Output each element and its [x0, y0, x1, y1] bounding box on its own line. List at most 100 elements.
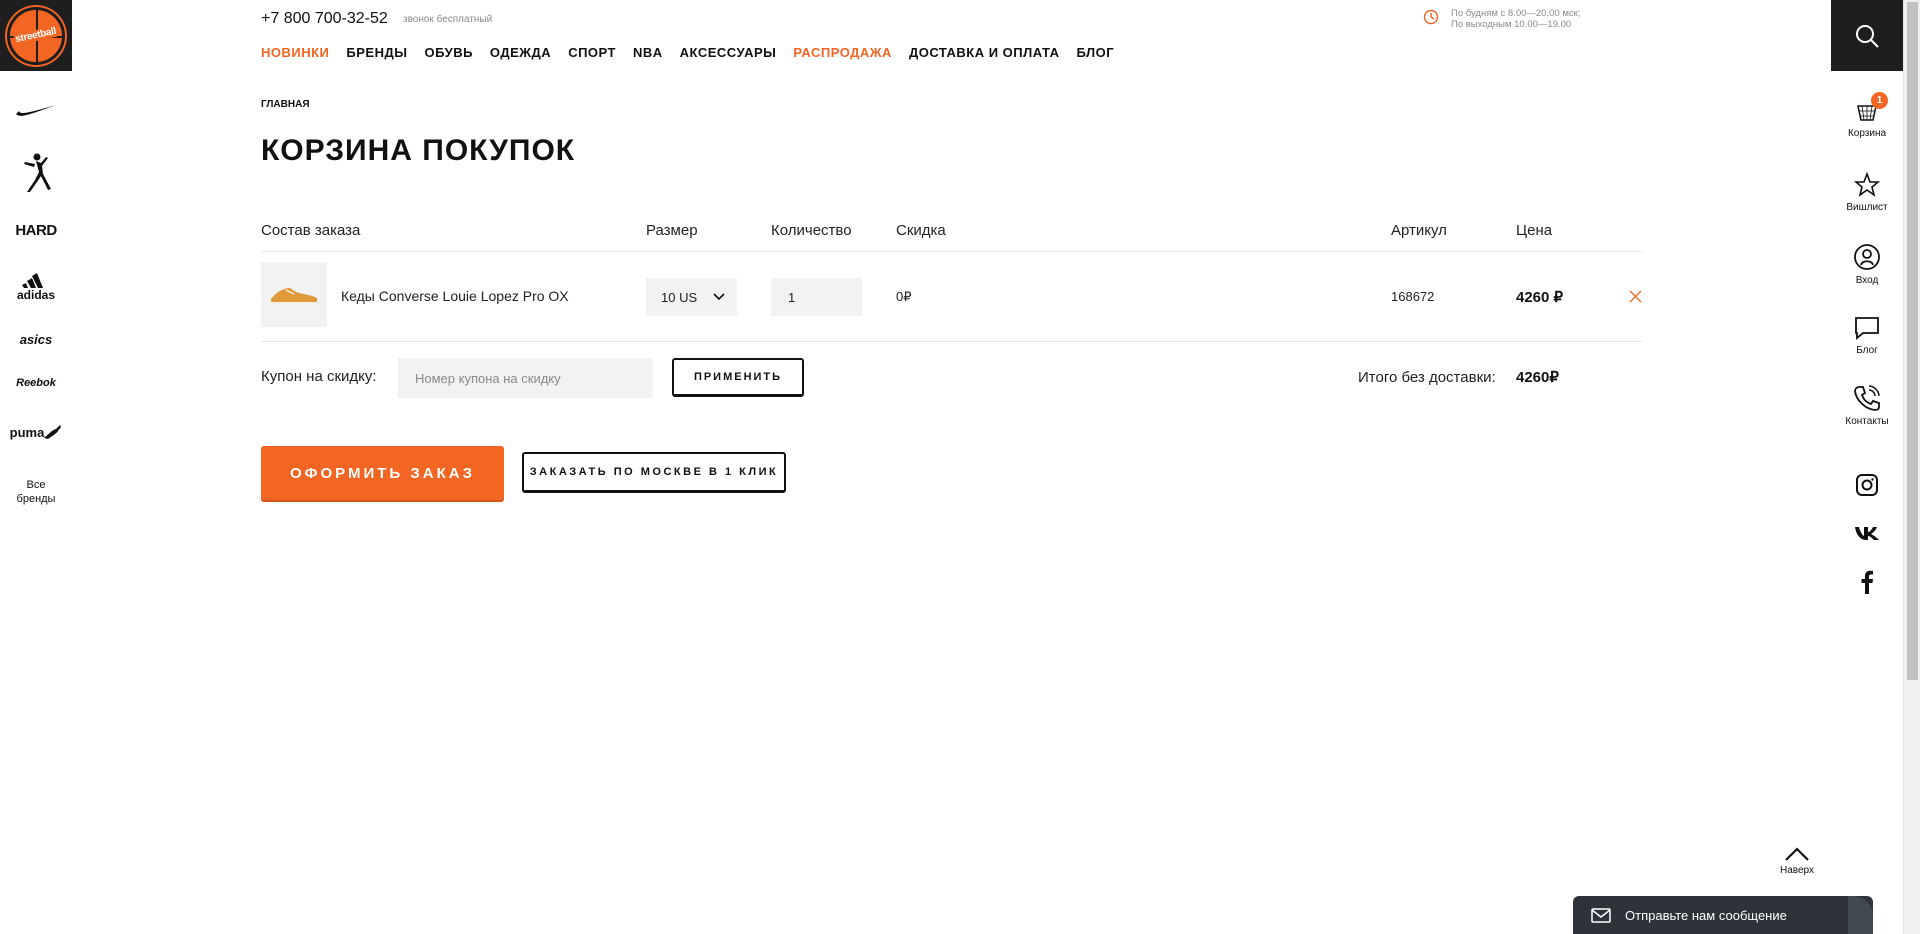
adidas-stripes-icon	[22, 273, 43, 288]
nav-new[interactable]: НОВИНКИ	[261, 45, 329, 60]
mail-icon	[1591, 907, 1611, 923]
cart-link[interactable]: 1 Корзина	[1831, 92, 1903, 139]
user-icon	[1854, 244, 1880, 270]
back-to-top-label: Наверх	[1780, 865, 1814, 876]
logo-text: streetball	[13, 25, 59, 46]
page-title: КОРЗИНА ПОКУПОК	[261, 134, 576, 167]
nav-blog[interactable]: БЛОГ	[1077, 45, 1115, 60]
nike-swoosh-icon	[16, 105, 56, 116]
all-brands-label: Все бренды	[17, 478, 56, 506]
coupon-label: Купон на скидку:	[261, 368, 377, 385]
right-sidebar: 1 Корзина Вишлист Вход Блог Контакты	[1831, 0, 1903, 934]
brand-jordan[interactable]	[0, 152, 72, 194]
size-select[interactable]: 10 US	[646, 278, 737, 316]
nav-accessories[interactable]: АКСЕССУАРЫ	[680, 45, 777, 60]
cart-label: Корзина	[1847, 128, 1887, 139]
wishlist-link[interactable]: Вишлист	[1831, 172, 1903, 213]
product-name[interactable]: Кеды Converse Louie Lopez Pro OX	[341, 288, 569, 304]
hours-weekend: По выходным 10.00—19.00	[1451, 19, 1572, 30]
remove-item-button[interactable]	[1629, 290, 1642, 308]
puma-logo: puma	[9, 424, 45, 440]
chat-label: Отправьте нам сообщение	[1625, 907, 1787, 923]
breadcrumb[interactable]: ГЛАВНАЯ	[261, 99, 310, 110]
search-button[interactable]	[1831, 0, 1903, 71]
asics-logo: asics	[19, 332, 53, 347]
blog-label: Блог	[1856, 345, 1878, 356]
brand-adidas[interactable]: adidas	[0, 272, 72, 302]
back-to-top-button[interactable]: Наверх	[1772, 846, 1822, 876]
discount-value: 0₽	[896, 289, 912, 304]
price-value: 4260 ₽	[1516, 289, 1564, 306]
chevron-up-icon	[1785, 847, 1809, 861]
column-header-size: Размер	[646, 222, 698, 239]
jordan-jumpman-icon	[24, 153, 51, 192]
basketball-logo-icon: streetball	[7, 6, 65, 65]
column-header-quantity: Количество	[771, 222, 852, 239]
login-label: Вход	[1855, 275, 1879, 286]
adidas-logo-text: adidas	[16, 288, 55, 302]
table-divider-bottom	[261, 341, 1642, 342]
product-thumbnail[interactable]	[261, 262, 327, 327]
cart-count-badge: 1	[1871, 92, 1888, 109]
brand-all[interactable]: Все бренды	[0, 478, 72, 506]
login-link[interactable]: Вход	[1831, 243, 1903, 286]
instagram-icon	[1856, 474, 1878, 496]
sneaker-image-icon	[270, 287, 318, 305]
all-brands-line2: бренды	[16, 493, 56, 505]
vk-icon	[1855, 527, 1879, 540]
apply-coupon-button[interactable]: ПРИМЕНИТЬ	[672, 358, 804, 397]
facebook-link[interactable]	[1831, 570, 1903, 594]
one-click-order-button[interactable]: ЗАКАЗАТЬ ПО МОСКВЕ В 1 КЛИК	[522, 452, 786, 493]
column-header-item: Состав заказа	[261, 222, 361, 239]
instagram-link[interactable]	[1831, 473, 1903, 497]
coupon-input[interactable]	[398, 358, 653, 398]
total-value: 4260₽	[1516, 369, 1559, 386]
brand-asics[interactable]: asics	[0, 332, 72, 347]
chat-bubble-icon	[1855, 317, 1879, 340]
all-brands-line1: Все	[26, 479, 46, 491]
sku-value: 168672	[1391, 289, 1435, 304]
clock-icon	[1423, 9, 1439, 30]
contacts-link[interactable]: Контакты	[1831, 384, 1903, 427]
close-icon	[1629, 290, 1642, 303]
blog-link[interactable]: Блог	[1831, 315, 1903, 356]
nav-brands[interactable]: БРЕНДЫ	[346, 45, 407, 60]
phone-number[interactable]: +7 800 700-32-52	[261, 10, 388, 28]
nav-delivery[interactable]: ДОСТАВКА И ОПЛАТА	[909, 45, 1060, 60]
column-header-sku: Артикул	[1391, 222, 1447, 239]
brand-nike[interactable]	[0, 102, 72, 118]
total-label: Итого без доставки:	[1358, 369, 1496, 386]
phone-icon	[1854, 385, 1880, 411]
brand-sidebar: streetball HARD adidas asics Reebok puma	[0, 0, 72, 934]
scrollbar-thumb[interactable]	[1907, 2, 1918, 680]
brand-reebok[interactable]: Reebok	[0, 377, 72, 389]
quantity-input[interactable]	[771, 278, 862, 316]
column-header-price: Цена	[1516, 222, 1553, 239]
working-hours: По будням с 8.00—20.00 мск; По выходным …	[1451, 8, 1580, 30]
phone-note: звонок бесплатный	[403, 14, 493, 25]
nav-sport[interactable]: СПОРТ	[568, 45, 616, 60]
column-header-discount: Скидка	[896, 222, 946, 239]
nav-sale[interactable]: РАСПРОДАЖА	[793, 45, 892, 60]
hard-logo: HARD	[15, 222, 57, 239]
chat-widget[interactable]: Отправьте нам сообщение	[1573, 896, 1873, 934]
brand-hard[interactable]: HARD	[0, 222, 72, 239]
table-divider-top	[261, 251, 1642, 252]
site-logo[interactable]: streetball	[0, 0, 72, 71]
size-value: 10 US	[661, 289, 698, 305]
puma-cat-icon	[44, 425, 62, 439]
wishlist-label: Вишлист	[1846, 202, 1888, 213]
brand-puma[interactable]: puma	[0, 424, 72, 440]
reebok-logo: Reebok	[16, 377, 56, 389]
hours-weekdays: По будням с 8.00—20.00 мск;	[1451, 8, 1581, 19]
contacts-label: Контакты	[1845, 416, 1889, 427]
checkout-button[interactable]: ОФОРМИТЬ ЗАКАЗ	[261, 446, 504, 500]
nav-shoes[interactable]: ОБУВЬ	[424, 45, 472, 60]
main-nav: НОВИНКИ БРЕНДЫ ОБУВЬ ОДЕЖДА СПОРТ NBA АК…	[261, 45, 1131, 60]
search-icon	[1856, 24, 1879, 48]
vk-link[interactable]	[1831, 525, 1903, 541]
chevron-down-icon	[713, 293, 725, 301]
nav-nba[interactable]: NBA	[633, 45, 663, 60]
page-scrollbar[interactable]	[1903, 0, 1920, 934]
nav-clothing[interactable]: ОДЕЖДА	[490, 45, 551, 60]
